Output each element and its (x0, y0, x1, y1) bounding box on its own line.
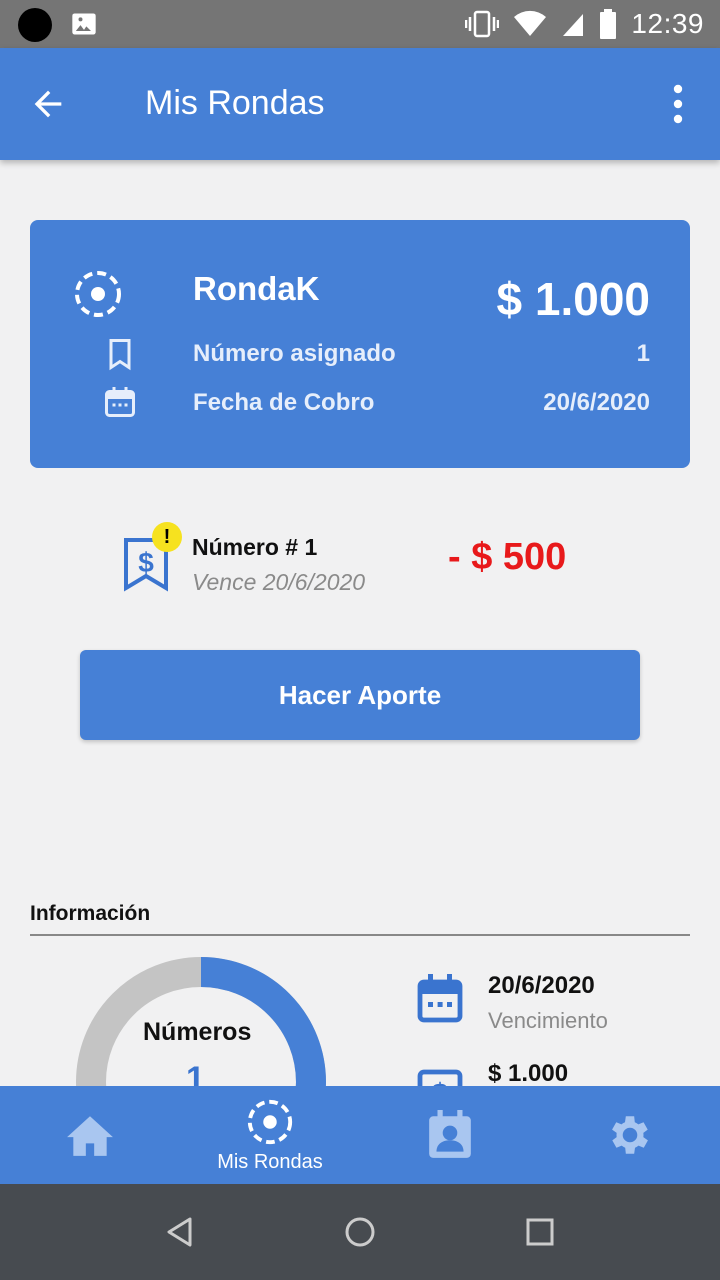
info-section-title: Información (30, 902, 151, 925)
bookmark-icon (109, 339, 131, 371)
system-recents-icon[interactable] (522, 1214, 558, 1250)
nav-label: Mis Rondas (217, 1150, 323, 1173)
amount-value: $ 1.000 (488, 1060, 569, 1087)
assigned-number-value: 1 (636, 340, 650, 367)
settings-icon (612, 1116, 648, 1154)
bottom-nav: Mis Rondas (0, 1086, 720, 1184)
calendar-icon (105, 387, 135, 417)
clock: 12:39 (631, 8, 704, 39)
ronda-name: RondaK (193, 270, 320, 307)
battery-icon (600, 9, 617, 39)
home-icon (67, 1116, 113, 1156)
svg-text:$: $ (138, 547, 154, 578)
ronda-icon (75, 271, 121, 317)
due-date-value: 20/6/2020 (488, 972, 595, 999)
ronda-icon (247, 1099, 293, 1144)
nav-settings[interactable] (580, 1086, 680, 1184)
image-notification-icon (72, 13, 96, 35)
nav-contacts[interactable] (400, 1086, 500, 1184)
alert-badge-icon: ! (152, 522, 182, 552)
wifi-icon (514, 10, 547, 36)
due-amount: - $ 500 (448, 536, 567, 578)
make-contribution-button[interactable]: Hacer Aporte (80, 650, 640, 740)
payout-date-label: Fecha de Cobro (193, 389, 375, 416)
system-back-icon[interactable] (162, 1214, 198, 1250)
status-indicators: 12:39 (465, 0, 704, 48)
calendar-icon (417, 974, 463, 1023)
ronda-summary-card[interactable]: RondaK $ 1.000 Número asignado 1 Fecha d… (30, 220, 690, 468)
divider (30, 934, 690, 936)
notification-dot-icon (18, 8, 52, 42)
due-date-caption: Vencimiento (488, 1008, 608, 1033)
nav-home[interactable] (40, 1086, 140, 1184)
vibrate-icon (465, 10, 500, 38)
status-bar: 12:39 (0, 0, 720, 48)
signal-icon (563, 14, 584, 36)
due-date: Vence 20/6/2020 (192, 569, 366, 595)
donut-label: Números (143, 1018, 252, 1046)
system-home-icon[interactable] (342, 1214, 378, 1250)
system-nav-bar (0, 1184, 720, 1280)
due-number-title: Número # 1 (192, 534, 318, 560)
back-arrow-icon[interactable] (28, 84, 68, 124)
contact-icon (429, 1110, 471, 1158)
app-bar: Mis Rondas (0, 48, 720, 160)
page-title: Mis Rondas (145, 84, 325, 122)
payout-date-value: 20/6/2020 (543, 389, 650, 416)
ronda-amount: $ 1.000 (496, 273, 650, 325)
assigned-number-label: Número asignado (193, 340, 396, 367)
nav-mis-rondas[interactable]: Mis Rondas (200, 1086, 340, 1184)
more-options-icon[interactable] (672, 84, 684, 124)
